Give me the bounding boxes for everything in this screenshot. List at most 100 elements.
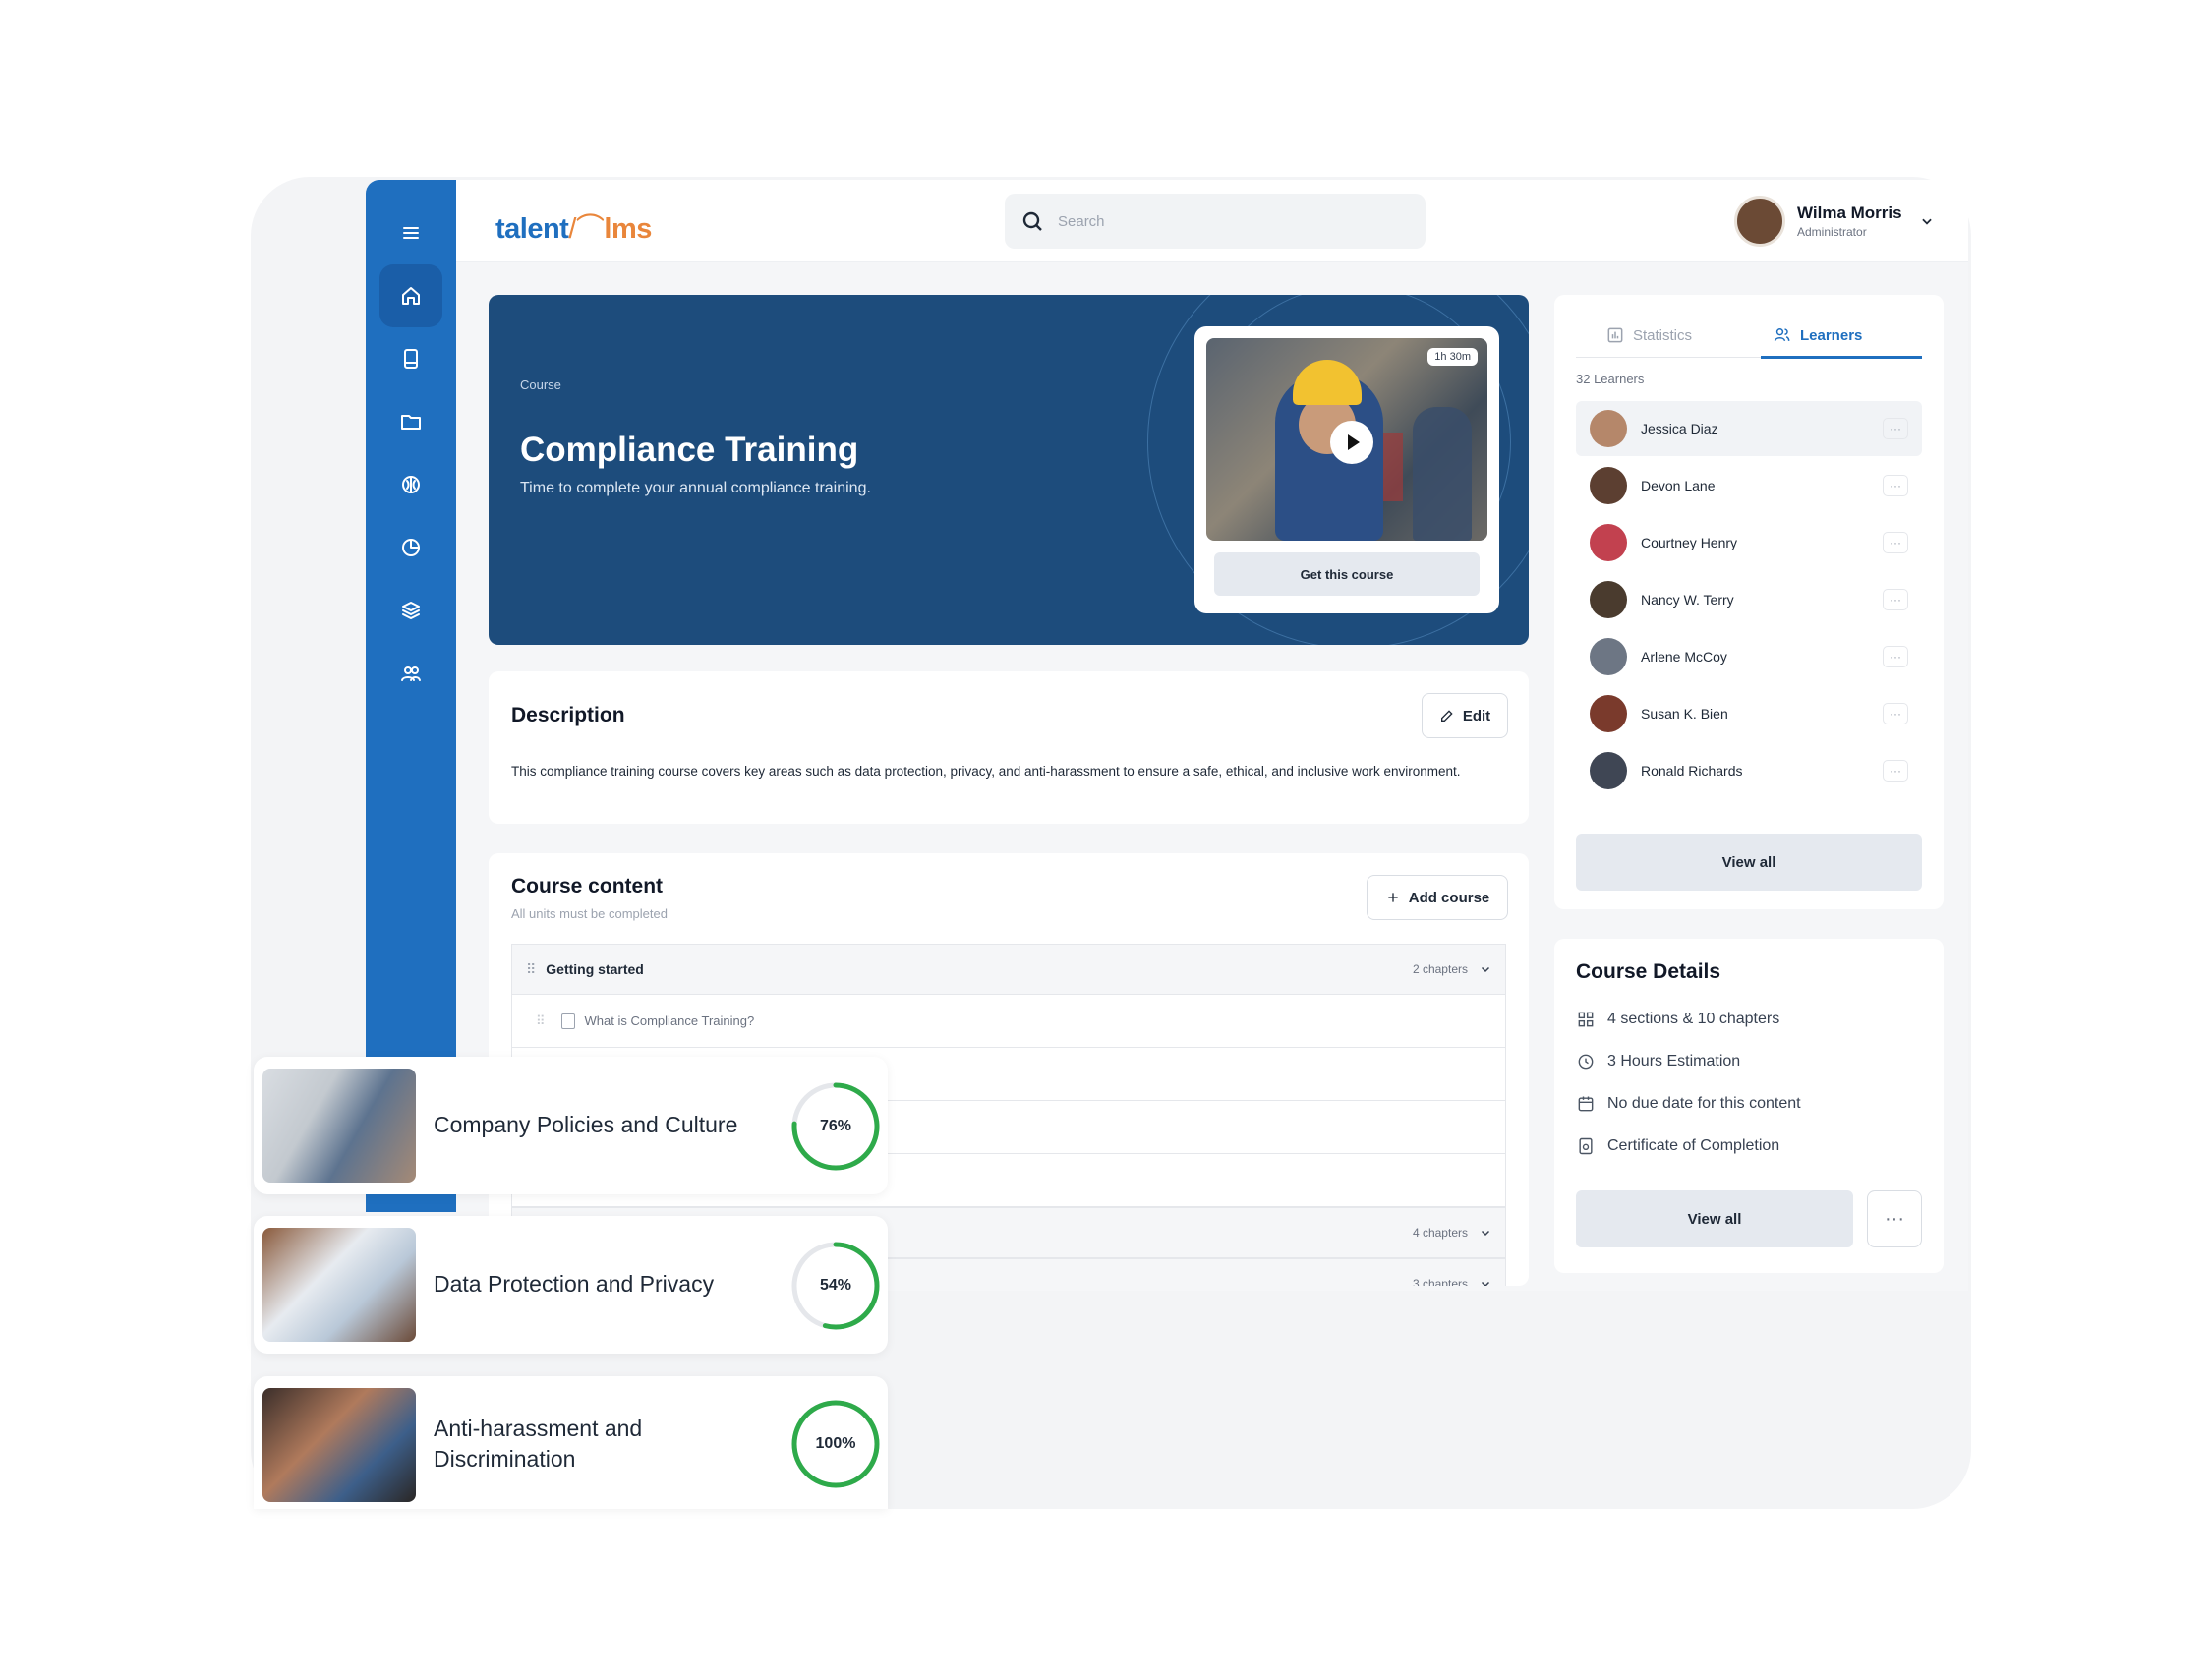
clock-icon (1578, 1054, 1594, 1070)
folder-icon[interactable] (379, 390, 442, 453)
avatar (1590, 581, 1627, 618)
course-card-title: Anti-harassment and Discrimination (434, 1414, 642, 1475)
course-content-title: Course content (511, 875, 664, 897)
more-options-button[interactable]: ··· (1883, 475, 1908, 496)
progress-label: 54% (819, 1277, 852, 1294)
unit-row[interactable]: ⠿ What is Compliance Training? (511, 995, 1506, 1048)
avatar (1590, 752, 1627, 789)
users-icon[interactable] (379, 642, 442, 705)
home-icon[interactable] (379, 264, 442, 327)
learner-name: Susan K. Bien (1641, 706, 1728, 722)
edit-icon (1440, 710, 1453, 722)
avatar (1590, 695, 1627, 732)
more-options-button[interactable]: ··· (1883, 646, 1908, 667)
course-progress-card[interactable]: Data Protection and Privacy 54% (254, 1216, 888, 1354)
more-options-button[interactable]: ··· (1867, 1190, 1922, 1247)
user-menu[interactable]: Wilma Morris Administrator (1734, 194, 1934, 249)
progress-ring: 54% (789, 1240, 882, 1332)
certificate-icon (1579, 1137, 1593, 1155)
progress-ring: 100% (789, 1398, 882, 1490)
progress-label: 100% (815, 1435, 856, 1452)
document-icon (560, 1013, 575, 1029)
search-input[interactable]: Search (1005, 194, 1426, 249)
detail-label: 3 Hours Estimation (1607, 1053, 1741, 1070)
video-duration: 1h 30m (1427, 348, 1478, 366)
chevron-down-icon[interactable] (1480, 1278, 1491, 1286)
course-hero: Course Compliance Training Time to compl… (489, 295, 1529, 645)
chevron-down-icon[interactable] (1480, 1227, 1491, 1239)
learner-row[interactable]: Arlene McCoy ··· (1576, 629, 1922, 684)
users-icon (1774, 328, 1790, 342)
detail-label: Certificate of Completion (1607, 1137, 1780, 1154)
bar-chart-icon (1607, 327, 1623, 343)
talentlms-logo[interactable]: talent/⌒lms (495, 205, 652, 247)
active-tab-indicator (1761, 356, 1922, 359)
edit-button[interactable]: Edit (1422, 693, 1508, 738)
course-thumbnail (262, 1228, 416, 1342)
description-text: This compliance training course covers k… (511, 764, 1461, 779)
detail-label: 4 sections & 10 chapters (1607, 1011, 1780, 1027)
learner-row[interactable]: Devon Lane ··· (1576, 458, 1922, 513)
drag-handle-icon[interactable]: ⠿ (536, 1013, 546, 1029)
learner-name: Jessica Diaz (1641, 421, 1718, 436)
description-card: Description Edit This compliance trainin… (489, 671, 1529, 824)
drag-handle-icon[interactable]: ⠿ (526, 961, 536, 978)
add-course-button[interactable]: Add course (1367, 875, 1508, 920)
description-title: Description (511, 704, 625, 726)
hero-kicker: Course (520, 377, 561, 392)
book-icon[interactable] (379, 327, 442, 390)
panel-tabs: Statistics Learners (1576, 313, 1922, 359)
edit-label: Edit (1462, 707, 1491, 724)
learners-panel: Statistics Learners 32 Learners Jessica … (1554, 295, 1944, 909)
course-subtitle: Time to complete your annual compliance … (520, 480, 871, 496)
course-thumbnail (262, 1069, 416, 1183)
calendar-icon (1578, 1096, 1594, 1112)
progress-label: 76% (819, 1118, 852, 1134)
get-course-button[interactable]: Get this course (1214, 552, 1480, 596)
more-options-button[interactable]: ··· (1883, 760, 1908, 782)
learner-count: 32 Learners (1576, 372, 1645, 386)
avatar (1734, 196, 1785, 247)
search-icon (1022, 211, 1042, 231)
user-name: Wilma Morris (1797, 203, 1902, 222)
tab-learners[interactable]: Learners (1773, 313, 1862, 358)
course-details-card: Course Details 4 sections & 10 chapters … (1554, 939, 1944, 1273)
course-details-title: Course Details (1576, 960, 1721, 983)
tab-statistics[interactable]: Statistics (1605, 313, 1692, 358)
section-count: 2 chapters (1412, 962, 1468, 976)
add-course-label: Add course (1408, 889, 1490, 906)
detail-hours: 3 Hours Estimation (1576, 1052, 1740, 1071)
section-row[interactable]: ⠿ Getting started 2 chapters (511, 944, 1506, 995)
learner-row[interactable]: Ronald Richards ··· (1576, 743, 1922, 798)
more-options-button[interactable]: ··· (1883, 589, 1908, 610)
detail-certificate: Certificate of Completion (1576, 1136, 1779, 1156)
learner-row[interactable]: Nancy W. Terry ··· (1576, 572, 1922, 627)
chevron-down-icon[interactable] (1480, 963, 1491, 975)
course-content-note: All units must be completed (511, 906, 668, 921)
more-options-button[interactable]: ··· (1883, 703, 1908, 724)
layers-icon[interactable] (379, 579, 442, 642)
learner-row[interactable]: Courtney Henry ··· (1576, 515, 1922, 570)
pie-chart-icon[interactable] (379, 516, 442, 579)
more-options-button[interactable]: ··· (1883, 532, 1908, 553)
learner-row[interactable]: Susan K. Bien ··· (1576, 686, 1922, 741)
course-video-thumbnail[interactable]: 1h 30m (1206, 338, 1487, 541)
learner-name: Courtney Henry (1641, 535, 1738, 550)
course-card-title: Data Protection and Privacy (434, 1271, 715, 1297)
unit-label: What is Compliance Training? (584, 1013, 755, 1028)
learner-row[interactable]: Jessica Diaz ··· (1576, 401, 1922, 456)
course-progress-card[interactable]: Anti-harassment and Discrimination 100% (254, 1376, 888, 1509)
detail-label: No due date for this content (1607, 1095, 1801, 1112)
brain-icon[interactable] (379, 453, 442, 516)
learner-name: Nancy W. Terry (1641, 592, 1734, 608)
course-progress-card[interactable]: Company Policies and Culture 76% (254, 1057, 888, 1194)
course-preview-card: 1h 30m Get this course (1194, 326, 1499, 613)
view-all-learners-button[interactable]: View all (1576, 834, 1922, 891)
chevron-down-icon[interactable] (1920, 214, 1934, 228)
course-card-title-line: Discrimination (434, 1446, 576, 1472)
menu-icon[interactable] (379, 202, 442, 264)
play-icon[interactable] (1330, 421, 1373, 464)
course-thumbnail (262, 1388, 416, 1502)
more-options-button[interactable]: ··· (1883, 418, 1908, 439)
view-all-details-button[interactable]: View all (1576, 1190, 1853, 1247)
